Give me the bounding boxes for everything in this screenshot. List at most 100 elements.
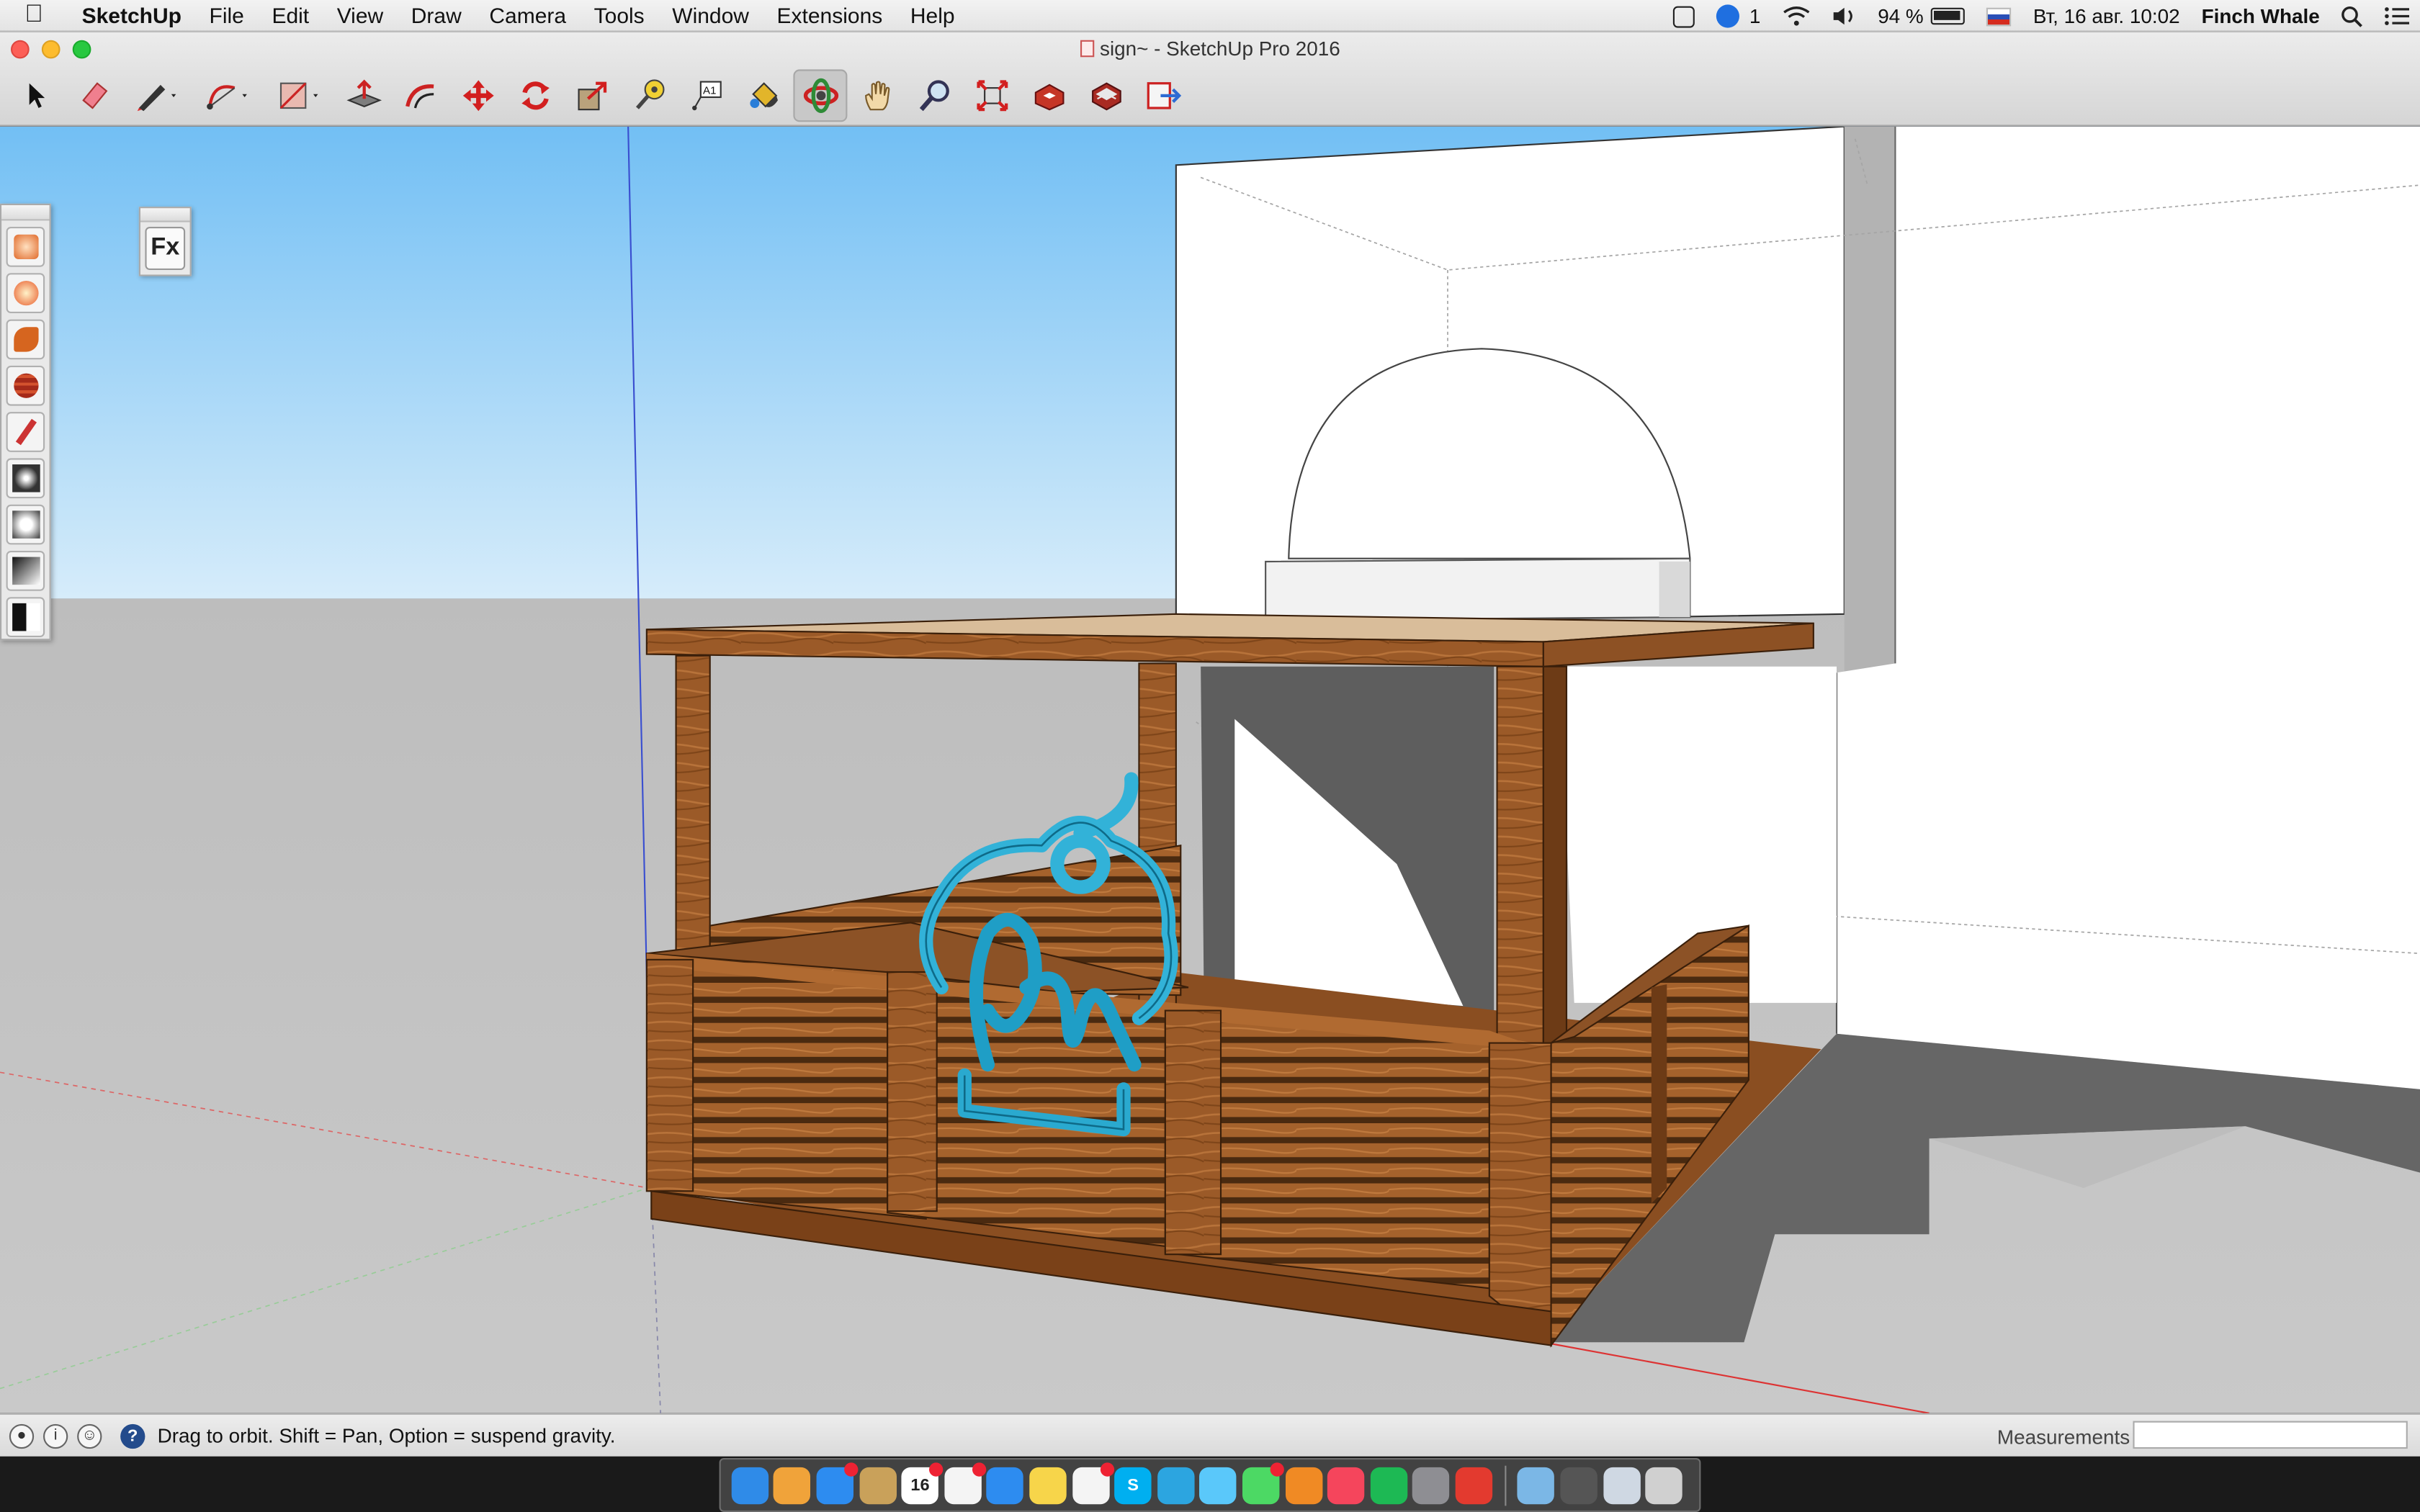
- palette-header[interactable]: [1, 205, 50, 221]
- dock-lists-icon[interactable]: [1072, 1462, 1114, 1504]
- push-pull-icon: [346, 79, 381, 108]
- dock-safari-icon[interactable]: [987, 1466, 1024, 1504]
- battery-status[interactable]: 94 %: [1878, 4, 1966, 28]
- arc-tool[interactable]: [194, 69, 262, 122]
- menu-view[interactable]: View: [323, 3, 397, 27]
- input-source-flag-icon[interactable]: [1986, 6, 2012, 26]
- render-palette-button-8[interactable]: [6, 551, 45, 591]
- dock-downloads-folder-icon[interactable]: [1603, 1466, 1641, 1504]
- light-icon: [12, 464, 40, 492]
- menu-draw[interactable]: Draw: [397, 3, 475, 27]
- menu-edit[interactable]: Edit: [258, 3, 323, 27]
- dock: 16 S: [719, 1457, 1701, 1512]
- menu-file[interactable]: File: [195, 3, 258, 27]
- dock-photos-icon[interactable]: [774, 1466, 811, 1504]
- dock-reminders-icon[interactable]: [944, 1462, 986, 1504]
- dock-notes-icon[interactable]: [1029, 1466, 1067, 1504]
- notification-center-icon[interactable]: [2385, 6, 2409, 27]
- rotate-tool[interactable]: [508, 69, 562, 122]
- render-palette-button-4[interactable]: [6, 365, 45, 406]
- dock-applications-folder-icon[interactable]: [1518, 1466, 1555, 1504]
- layout-icon: [1146, 82, 1181, 109]
- texture-icon: [13, 373, 38, 398]
- model-viewport[interactable]: Fx: [0, 126, 2420, 1413]
- render-palette-button-1[interactable]: [6, 227, 45, 267]
- line-tool[interactable]: [123, 69, 191, 122]
- fx-palette-header[interactable]: [140, 208, 190, 222]
- eraser-tool[interactable]: [66, 69, 120, 122]
- dock-ibooks-icon[interactable]: [1284, 1466, 1322, 1504]
- notification-badge: [929, 1462, 944, 1476]
- render-palette-button-3[interactable]: [6, 319, 45, 360]
- menu-tools[interactable]: Tools: [580, 3, 658, 27]
- dock-document-stack-icon[interactable]: [1560, 1466, 1598, 1504]
- warehouse-tool[interactable]: [1022, 69, 1076, 122]
- menu-help[interactable]: Help: [897, 3, 969, 27]
- zoom-extents-tool[interactable]: [964, 69, 1018, 122]
- render-palette-button-2[interactable]: [6, 273, 45, 313]
- dock-finder-icon[interactable]: [731, 1466, 768, 1504]
- render-palette-button-7[interactable]: [6, 504, 45, 545]
- tape-measure-tool[interactable]: [622, 69, 676, 122]
- menu-extensions[interactable]: Extensions: [763, 3, 896, 27]
- extension-warehouse-tool[interactable]: [1079, 69, 1133, 122]
- orbit-tool[interactable]: [793, 69, 848, 122]
- pan-tool[interactable]: [851, 69, 905, 122]
- window-chrome: sign~ - SketchUp Pro 2016 A1: [0, 32, 2420, 127]
- document-icon: [1080, 40, 1094, 58]
- dock-trash-icon[interactable]: [1645, 1466, 1683, 1504]
- dock-facetime-icon[interactable]: [1242, 1462, 1284, 1504]
- dock-system-preferences-icon[interactable]: [1412, 1466, 1450, 1504]
- notification-status[interactable]: 1: [1716, 4, 1761, 28]
- spotlight-search-icon[interactable]: [2341, 5, 2363, 27]
- shape-tool[interactable]: [266, 69, 333, 122]
- dock-spotify-icon[interactable]: [1370, 1466, 1407, 1504]
- offset-tool[interactable]: [393, 69, 447, 122]
- render-palette-button-5[interactable]: [6, 412, 45, 452]
- render-palette-button-9[interactable]: [6, 597, 45, 637]
- material-editor-icon: [13, 327, 38, 352]
- wifi-icon[interactable]: [1782, 6, 1810, 27]
- scale-tool[interactable]: [565, 69, 619, 122]
- dock-messages-icon[interactable]: [1199, 1466, 1237, 1504]
- layout-send-tool[interactable]: [1136, 69, 1190, 122]
- help-icon[interactable]: ?: [120, 1423, 145, 1449]
- clock[interactable]: Вт, 16 авг. 10:02: [2033, 4, 2180, 27]
- geolocation-icon[interactable]: ●: [9, 1423, 35, 1449]
- zoom-tool[interactable]: [908, 69, 962, 122]
- credits-icon[interactable]: i: [43, 1423, 68, 1449]
- dock-app-store-icon[interactable]: [816, 1462, 859, 1504]
- menu-window[interactable]: Window: [658, 3, 763, 27]
- dock-sketchup-icon[interactable]: [1455, 1466, 1492, 1504]
- counter-corner: [1488, 1042, 1552, 1347]
- apple-logo-icon[interactable]: : [0, 1, 68, 30]
- push-pull-tool[interactable]: [336, 69, 390, 122]
- fx-button[interactable]: Fx: [145, 227, 186, 270]
- magnifier-icon: [918, 80, 949, 112]
- dock-calendar-icon[interactable]: 16: [901, 1462, 944, 1504]
- dock-skype-icon[interactable]: S: [1114, 1466, 1152, 1504]
- tape-measure-icon: [635, 79, 664, 109]
- account-icon[interactable]: ☺: [77, 1423, 102, 1449]
- menu-camera[interactable]: Camera: [475, 3, 580, 27]
- notification-count: 1: [1749, 4, 1761, 28]
- move-tool[interactable]: [451, 69, 505, 122]
- select-tool[interactable]: [9, 69, 63, 122]
- user-menu[interactable]: Finch Whale: [2202, 4, 2320, 27]
- hand-icon: [864, 81, 889, 111]
- dock-itunes-icon[interactable]: [1327, 1466, 1365, 1504]
- notification-badge: [844, 1462, 859, 1476]
- offset-icon: [405, 84, 434, 109]
- paint-bucket-tool[interactable]: [736, 69, 790, 122]
- text-tool[interactable]: A1: [679, 69, 733, 122]
- checkbox-status-icon[interactable]: [1673, 5, 1695, 27]
- building-side-shade: [1844, 126, 1896, 673]
- dock-telegram-icon[interactable]: [1157, 1466, 1195, 1504]
- app-menu[interactable]: SketchUp: [68, 3, 195, 27]
- front-post-left: [675, 654, 711, 966]
- render-palette-button-6[interactable]: [6, 458, 45, 499]
- volume-icon[interactable]: [1832, 6, 1856, 27]
- rectangle-icon: [279, 82, 318, 109]
- measurements-input[interactable]: [2133, 1421, 2408, 1449]
- dock-notes-book-icon[interactable]: [859, 1466, 897, 1504]
